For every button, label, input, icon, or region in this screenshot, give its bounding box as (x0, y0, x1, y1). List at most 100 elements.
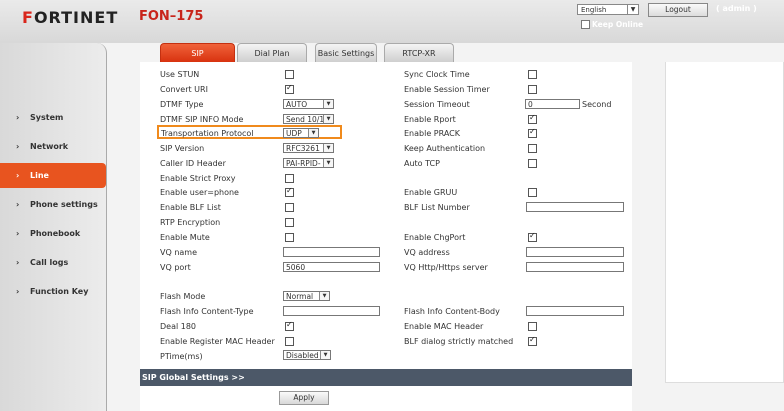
tab-rtcp-xr[interactable]: RTCP-XR (384, 43, 454, 62)
rtp-encryption-checkbox[interactable] (285, 218, 294, 227)
tab-basic-settings[interactable]: Basic Settings (315, 43, 377, 62)
chevron-down-icon: ▼ (308, 129, 318, 137)
apply-button[interactable]: Apply (279, 391, 329, 405)
enable-prack-checkbox[interactable] (528, 127, 537, 138)
tab-sip[interactable]: SIP (160, 43, 235, 62)
enable-chgport-label: Enable ChgPort (404, 233, 466, 242)
enable-session-timer-checkbox[interactable] (528, 85, 537, 94)
transportation-protocol-label: Transportation Protocol (161, 129, 254, 138)
auto-tcp-label: Auto TCP (404, 159, 440, 168)
use-stun-label: Use STUN (160, 70, 200, 79)
dtmf-sip-info-mode-select[interactable]: Send 10/1 ▼ (283, 114, 334, 124)
blf-list-number-label: BLF List Number (404, 203, 470, 212)
chevron-down-icon: ▼ (323, 100, 333, 108)
enable-gruu-checkbox[interactable] (528, 188, 537, 197)
flash-mode-value: Normal (286, 292, 314, 301)
sidebar-item-network[interactable]: › Network (0, 134, 106, 159)
sync-clock-time-label: Sync Clock Time (404, 70, 470, 79)
session-timeout-input[interactable]: 0 (525, 99, 580, 109)
chevron-right-icon: › (16, 200, 20, 209)
chevron-down-icon: ▼ (320, 351, 330, 359)
current-user: ( admin ) (716, 4, 757, 13)
vq-address-input[interactable] (526, 247, 624, 257)
enable-chgport-checkbox[interactable] (528, 231, 537, 242)
caller-id-header-label: Caller ID Header (160, 159, 226, 168)
sync-clock-time-checkbox[interactable] (528, 70, 537, 79)
enable-gruu-label: Enable GRUU (404, 188, 458, 197)
keep-authentication-label: Keep Authentication (404, 144, 486, 153)
convert-uri-label: Convert URI (160, 85, 208, 94)
logout-button[interactable]: Logout (648, 3, 708, 17)
flash-mode-select[interactable]: Normal ▼ (283, 291, 330, 301)
enable-user-phone-checkbox[interactable] (285, 186, 294, 197)
sip-version-label: SIP Version (160, 144, 205, 153)
dtmf-sip-info-mode-label: DTMF SIP INFO Mode (160, 115, 244, 124)
sip-version-select[interactable]: RFC3261 ▼ (283, 143, 334, 153)
dtmf-type-label: DTMF Type (160, 100, 204, 109)
vq-http-server-input[interactable] (526, 262, 624, 272)
chevron-right-icon: › (16, 258, 20, 267)
tab-dial-plan[interactable]: Dial Plan (237, 43, 307, 62)
caller-id-header-value: PAI-RPID- (286, 159, 321, 168)
enable-strict-proxy-label: Enable Strict Proxy (160, 174, 236, 183)
rtp-encryption-label: RTP Encryption (160, 218, 221, 227)
enable-mute-checkbox[interactable] (285, 233, 294, 242)
vq-port-input[interactable]: 5060 (283, 262, 380, 272)
auto-tcp-checkbox[interactable] (528, 159, 537, 168)
language-select[interactable]: English ▼ (577, 4, 639, 15)
caller-id-header-select[interactable]: PAI-RPID- ▼ (283, 158, 334, 168)
logo-text: ORTINET (33, 8, 119, 27)
enable-session-timer-label: Enable Session Timer (404, 85, 490, 94)
chevron-down-icon: ▼ (319, 292, 329, 300)
enable-user-phone-label: Enable user=phone (160, 188, 239, 197)
convert-uri-checkbox[interactable] (285, 83, 294, 94)
deal-180-checkbox[interactable] (285, 320, 294, 331)
chevron-right-icon: › (16, 113, 20, 122)
flash-mode-label: Flash Mode (160, 292, 206, 301)
flash-info-content-type-label: Flash Info Content-Type (160, 307, 254, 316)
fortinet-logo: FORTINET (22, 8, 118, 27)
enable-blf-list-checkbox[interactable] (285, 203, 294, 212)
vq-address-label: VQ address (404, 248, 450, 257)
enable-mac-header-checkbox[interactable] (528, 322, 537, 331)
blf-dialog-strictly-matched-label: BLF dialog strictly matched (404, 337, 514, 346)
ptime-value: Disabled (286, 351, 319, 360)
keep-online-label: Keep Online (592, 20, 644, 29)
enable-mute-label: Enable Mute (160, 233, 210, 242)
deal-180-label: Deal 180 (160, 322, 197, 331)
enable-register-mac-header-checkbox[interactable] (285, 337, 294, 346)
chevron-right-icon: › (16, 287, 20, 296)
ptime-select[interactable]: Disabled ▼ (283, 350, 331, 360)
enable-mac-header-label: Enable MAC Header (404, 322, 484, 331)
sidebar-item-label: Phone settings (30, 200, 98, 209)
flash-info-content-body-input[interactable] (526, 306, 624, 316)
enable-strict-proxy-checkbox[interactable] (285, 174, 294, 183)
sidebar-item-phone-settings[interactable]: › Phone settings (0, 192, 106, 217)
chevron-down-icon: ▼ (627, 5, 638, 14)
blf-list-number-input[interactable] (526, 202, 624, 212)
enable-rport-label: Enable Rport (404, 115, 456, 124)
blf-dialog-strictly-matched-checkbox[interactable] (528, 335, 537, 346)
sip-global-settings-link[interactable]: SIP Global Settings >> (142, 373, 245, 382)
chevron-down-icon: ▼ (323, 144, 333, 152)
session-timeout-label: Session Timeout (404, 100, 470, 109)
enable-register-mac-header-label: Enable Register MAC Header (160, 337, 275, 346)
sidebar-item-system[interactable]: › System (0, 105, 106, 130)
keep-authentication-checkbox[interactable] (528, 144, 537, 153)
sidebar-item-call-logs[interactable]: › Call logs (0, 250, 106, 275)
chevron-right-icon: › (16, 142, 20, 151)
flash-info-content-type-input[interactable] (283, 306, 380, 316)
sidebar-item-line[interactable]: › Line (0, 163, 106, 188)
vq-name-input[interactable] (283, 247, 380, 257)
enable-rport-checkbox[interactable] (528, 113, 537, 124)
sidebar-item-phonebook[interactable]: › Phonebook (0, 221, 106, 246)
language-value: English (581, 6, 607, 14)
sidebar: › System › Network › Line › Phone settings ›… (0, 43, 107, 411)
sidebar-item-function-key[interactable]: › Function Key (0, 279, 106, 304)
flash-info-content-body-label: Flash Info Content-Body (404, 307, 500, 316)
chevron-down-icon: ▼ (323, 115, 333, 123)
use-stun-checkbox[interactable] (285, 70, 294, 79)
keep-online-checkbox[interactable] (581, 20, 590, 29)
dtmf-type-select[interactable]: AUTO ▼ (283, 99, 334, 109)
transportation-protocol-select[interactable]: UDP ▼ (283, 128, 319, 138)
